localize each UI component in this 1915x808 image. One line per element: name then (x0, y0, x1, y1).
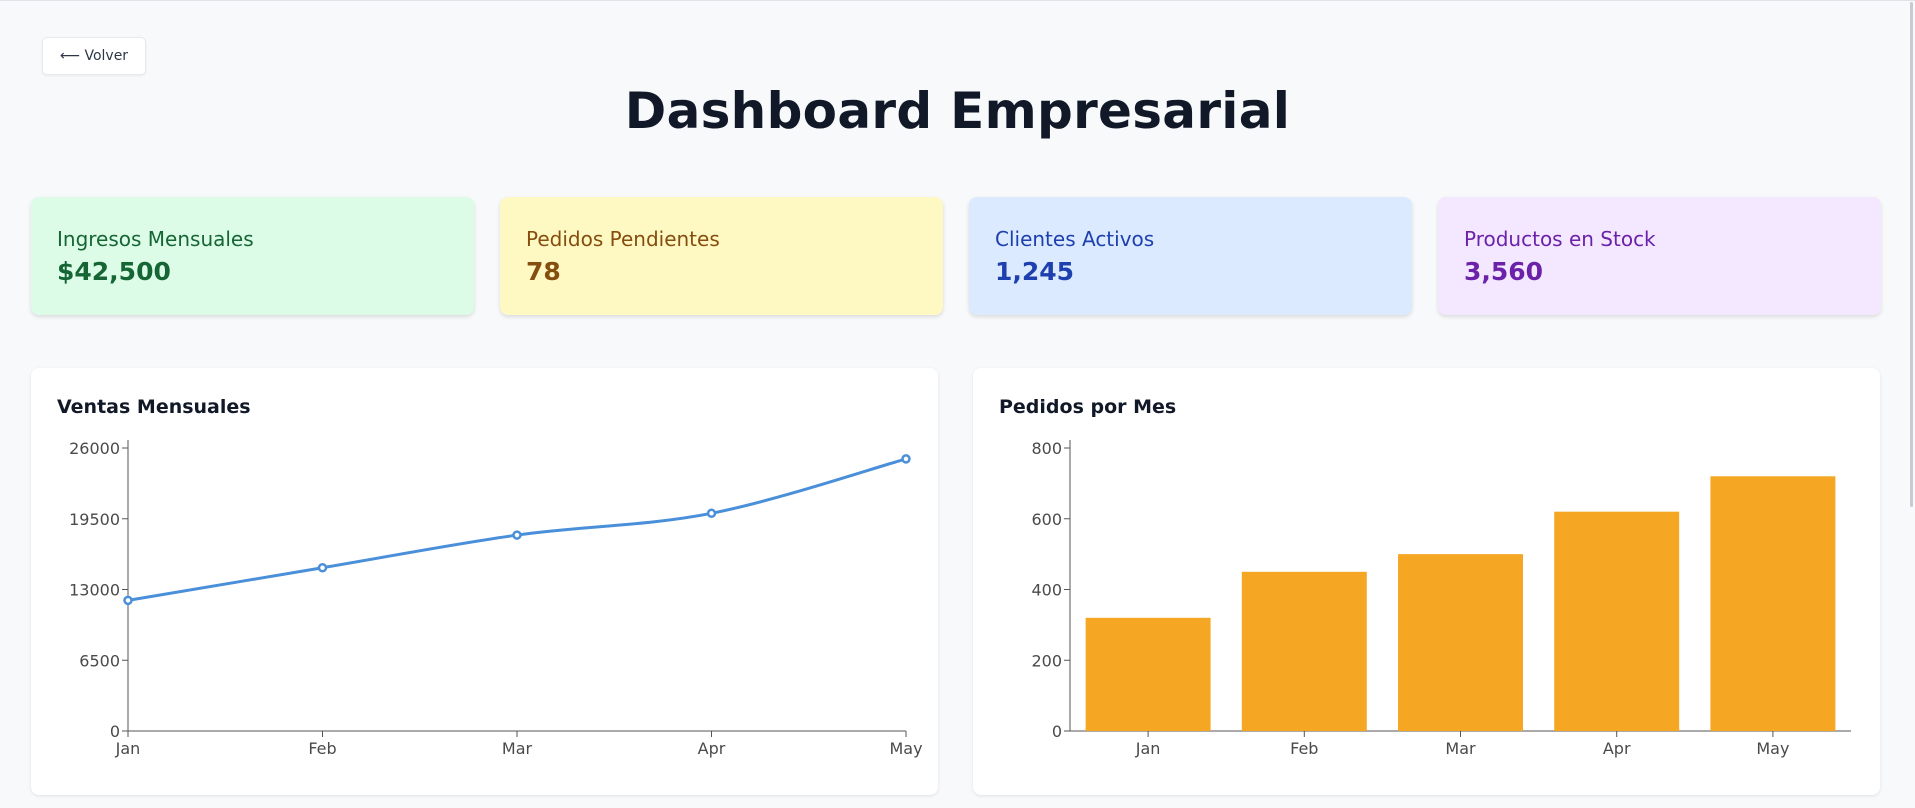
stat-value: $42,500 (57, 257, 171, 286)
y-tick-label: 600 (1031, 510, 1062, 529)
y-tick-label: 400 (1031, 581, 1062, 600)
scrollbar[interactable] (1910, 2, 1913, 507)
sales-data-point (317, 562, 328, 573)
page-title: Dashboard Empresarial (624, 82, 1291, 140)
sales-chart-panel: Ventas Mensuales 0 6500 13000 19500 26000 Jan… (31, 368, 938, 795)
stat-label: Pedidos Pendientes (526, 227, 720, 251)
x-tick-label: Feb (1290, 739, 1318, 758)
stat-card-active-clients: Clientes Activos 1,245 (969, 197, 1412, 315)
y-tick-label: 6500 (79, 651, 120, 670)
y-tick-label: 19500 (69, 510, 120, 529)
x-tick-label: Mar (1445, 739, 1476, 758)
x-tick-label: Jan (115, 739, 141, 758)
x-tick-label: Apr (1603, 739, 1631, 758)
x-tick-label: May (1756, 739, 1789, 758)
sales-data-point (706, 508, 717, 519)
x-tick-label: Apr (698, 739, 726, 758)
top-border (0, 0, 1915, 1)
x-tick-label: Jan (1135, 739, 1161, 758)
orders-bar (1085, 617, 1211, 731)
sales-data-point (901, 454, 911, 464)
x-tick-label: Mar (502, 739, 533, 758)
x-tick-label: May (889, 739, 922, 758)
orders-bar-chart: 0 200 400 600 800 Jan Feb Mar Apr May (1031, 439, 1851, 758)
y-tick-label: 0 (1052, 722, 1062, 741)
stat-card-products-stock: Productos en Stock 3,560 (1438, 197, 1881, 315)
sales-data-point (123, 595, 133, 606)
y-tick-label: 13000 (69, 581, 120, 600)
orders-bar (1710, 476, 1836, 731)
stat-label: Productos en Stock (1464, 227, 1656, 251)
sales-series-line (127, 457, 907, 602)
orders-bar (1554, 511, 1680, 731)
sales-data-point (512, 530, 522, 540)
orders-bar (1398, 554, 1523, 731)
stat-value: 78 (526, 257, 561, 286)
stat-label: Clientes Activos (995, 227, 1155, 251)
stat-label: Ingresos Mensuales (57, 227, 254, 251)
stat-value: 1,245 (995, 257, 1075, 286)
stat-card-revenue: Ingresos Mensuales $42,500 (31, 197, 474, 315)
orders-chart-panel: Pedidos por Mes 0 200 400 600 800 Jan Feb Mar Ap… (973, 368, 1880, 795)
y-tick-label: 200 (1031, 651, 1062, 670)
back-button[interactable]: ⟵ Volver (42, 37, 146, 75)
back-button-label: ⟵ Volver (59, 48, 129, 64)
stat-card-pending-orders: Pedidos Pendientes 78 (500, 197, 943, 315)
y-tick-label: 26000 (69, 439, 120, 458)
y-tick-label: 800 (1031, 439, 1062, 458)
sales-line-chart: 06500130001950026000Jan Feb Mar Apr May (69, 439, 922, 758)
stat-value: 3,560 (1464, 257, 1544, 286)
orders-bar (1241, 571, 1367, 731)
x-tick-label: Feb (308, 739, 336, 758)
